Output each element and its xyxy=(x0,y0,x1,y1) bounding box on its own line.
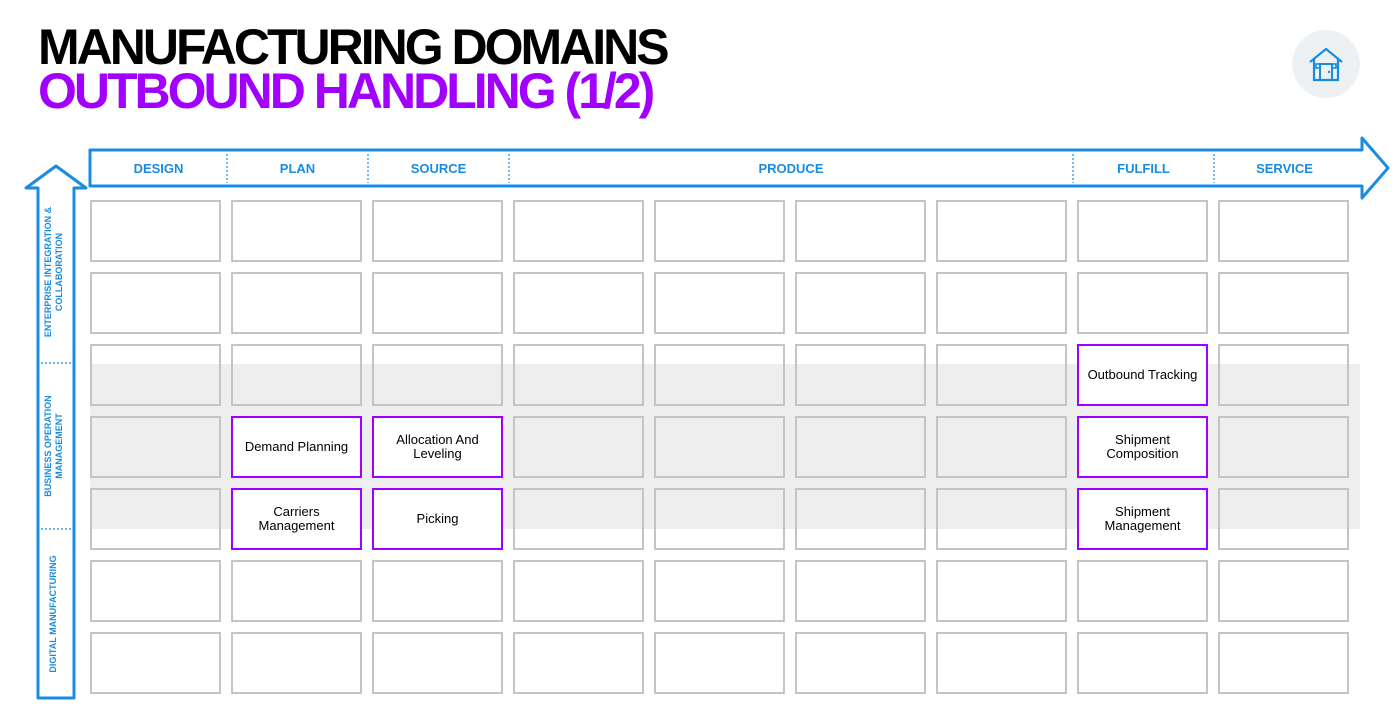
grid-cell xyxy=(231,560,362,622)
row-label-enterprise-integration: ENTERPRISE INTEGRATION & COLLABORATION xyxy=(43,206,64,338)
grid-cell xyxy=(513,416,644,478)
grid-cell xyxy=(513,200,644,262)
grid-cell xyxy=(513,344,644,406)
grid-cell xyxy=(1218,560,1349,622)
grid-cell xyxy=(231,344,362,406)
column-label-source: SOURCE xyxy=(410,161,467,176)
grid-cell xyxy=(90,416,221,478)
grid-cell xyxy=(513,632,644,694)
column-label-design: DESIGN xyxy=(133,161,184,176)
domain-picking[interactable]: Picking xyxy=(372,488,503,550)
grid-cell xyxy=(1077,632,1208,694)
grid-cell xyxy=(231,632,362,694)
column-label-plan: PLAN xyxy=(279,161,316,176)
grid-cell xyxy=(1077,272,1208,334)
grid-cell xyxy=(795,488,926,550)
column-label-fulfill: FULFILL xyxy=(1117,161,1170,176)
grid-cell xyxy=(795,200,926,262)
grid-cell xyxy=(372,200,503,262)
grid-cell xyxy=(513,560,644,622)
domain-allocation-and-leveling[interactable]: Allocation And Leveling xyxy=(372,416,503,478)
grid-cell xyxy=(90,344,221,406)
grid-cell xyxy=(795,272,926,334)
grid-cell xyxy=(90,272,221,334)
grid-cell xyxy=(654,416,785,478)
grid-cell xyxy=(513,488,644,550)
grid-cell xyxy=(372,344,503,406)
grid-cell xyxy=(654,560,785,622)
grid-cell xyxy=(795,560,926,622)
grid-cell xyxy=(90,488,221,550)
grid-cell xyxy=(654,200,785,262)
domain-demand-planning[interactable]: Demand Planning xyxy=(231,416,362,478)
grid-cell xyxy=(1218,488,1349,550)
domain-carriers-management[interactable]: Carriers Management xyxy=(231,488,362,550)
grid-cell xyxy=(231,200,362,262)
grid-cell xyxy=(90,560,221,622)
grid-cell xyxy=(936,272,1067,334)
grid-cell xyxy=(936,560,1067,622)
grid-cell xyxy=(1218,344,1349,406)
grid-cell xyxy=(1218,200,1349,262)
row-label-digital-manufacturing: DIGITAL MANUFACTURING xyxy=(48,555,58,673)
grid-cell xyxy=(936,488,1067,550)
grid-cell xyxy=(936,632,1067,694)
grid-cell xyxy=(1077,560,1208,622)
grid-cell xyxy=(372,632,503,694)
grid-cell xyxy=(795,416,926,478)
grid-cell xyxy=(936,200,1067,262)
grid-cell xyxy=(90,200,221,262)
domain-shipment-management[interactable]: Shipment Management xyxy=(1077,488,1208,550)
domain-outbound-tracking[interactable]: Outbound Tracking xyxy=(1077,344,1208,406)
grid-cell xyxy=(1218,272,1349,334)
column-label-service: SERVICE xyxy=(1256,161,1313,176)
grid-cell xyxy=(1077,200,1208,262)
grid-cell xyxy=(1218,416,1349,478)
grid-cell xyxy=(795,632,926,694)
grid-cell xyxy=(654,632,785,694)
grid-cell xyxy=(795,344,926,406)
grid-cell xyxy=(1218,632,1349,694)
grid-cell xyxy=(654,344,785,406)
column-label-produce: PRODUCE xyxy=(758,161,824,176)
grid-cell xyxy=(654,272,785,334)
row-label-business-operation: BUSINESS OPERATION MANAGEMENT xyxy=(43,395,64,497)
grid-cell xyxy=(231,272,362,334)
grid-cell xyxy=(654,488,785,550)
grid-cell xyxy=(936,416,1067,478)
domain-shipment-composition[interactable]: Shipment Composition xyxy=(1077,416,1208,478)
grid-cell xyxy=(90,632,221,694)
grid-cell xyxy=(372,272,503,334)
grid-cell xyxy=(372,560,503,622)
grid-cell xyxy=(936,344,1067,406)
grid-cell xyxy=(513,272,644,334)
